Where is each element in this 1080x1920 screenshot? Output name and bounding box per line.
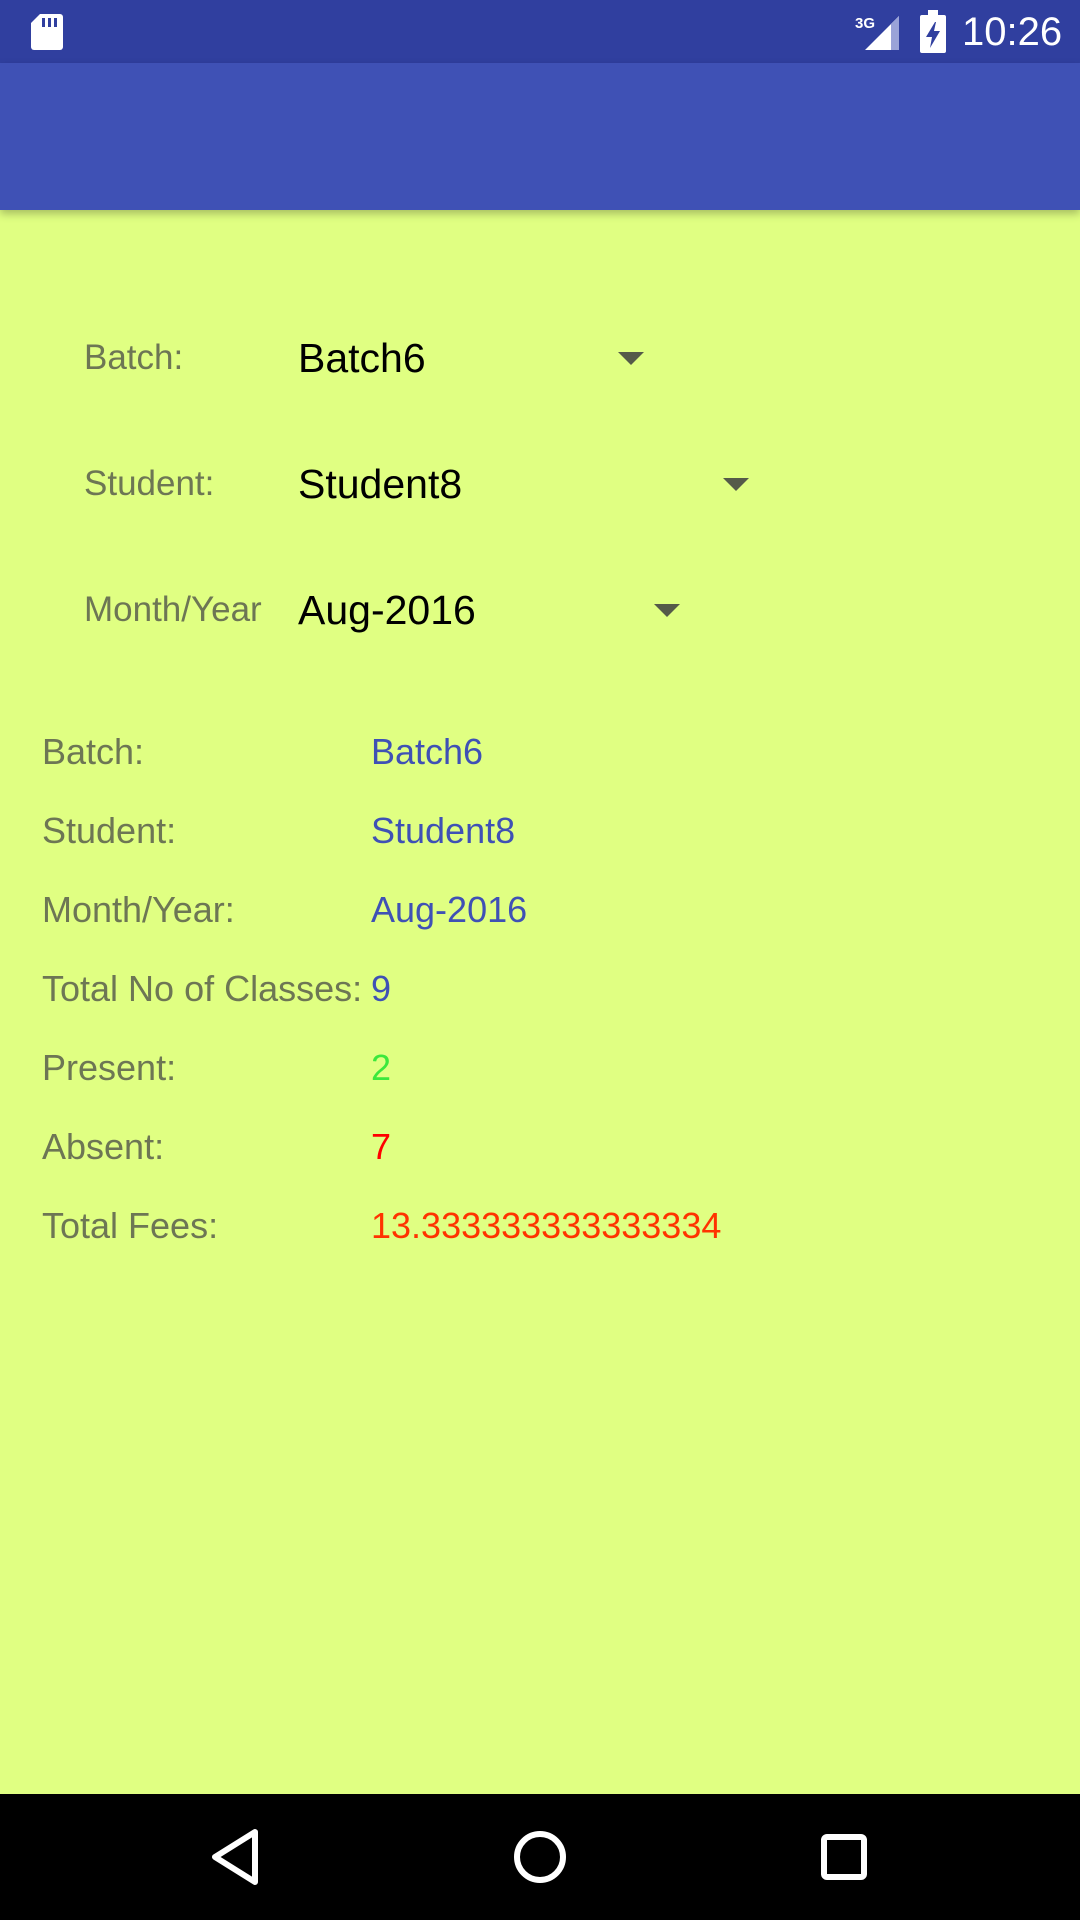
back-icon[interactable]: [203, 1824, 269, 1890]
month-year-filter-label: Month/Year: [84, 590, 262, 629]
signal-icon: 3G: [855, 15, 899, 50]
summary-month-year-label: Month/Year:: [42, 889, 235, 930]
month-year-filter-row: Month/Year Aug-2016: [0, 570, 1080, 650]
summary-student-label: Student:: [42, 810, 177, 851]
summary-absent-row: Absent: 7: [0, 1117, 1080, 1177]
summary-total-classes-label: Total No of Classes:: [42, 968, 363, 1009]
student-spinner[interactable]: Student8: [298, 444, 763, 524]
month-year-spinner[interactable]: Aug-2016: [298, 570, 693, 650]
month-year-spinner-value: Aug-2016: [298, 587, 476, 633]
student-spinner-value: Student8: [298, 461, 463, 507]
batch-filter-label: Batch:: [84, 338, 184, 377]
summary-total-fees-label: Total Fees:: [42, 1205, 219, 1246]
home-icon[interactable]: [507, 1824, 573, 1890]
network-type-label: 3G: [855, 15, 875, 32]
summary-absent-value: 7: [371, 1126, 392, 1167]
summary-batch-row: Batch: Batch6: [0, 722, 1080, 782]
summary-present-label: Present:: [42, 1047, 177, 1088]
summary-total-classes-value: 9: [371, 968, 392, 1009]
summary-student-value: Student8: [371, 810, 516, 851]
summary-batch-label: Batch:: [42, 731, 145, 772]
batch-filter-row: Batch: Batch6: [0, 318, 1080, 398]
sd-card-icon: [31, 14, 63, 50]
summary-month-year-value: Aug-2016: [371, 889, 528, 930]
summary-student-row: Student: Student8: [0, 801, 1080, 861]
summary-batch-value: Batch6: [371, 731, 484, 772]
summary-present-row: Present: 2: [0, 1038, 1080, 1098]
summary-present-value: 2: [371, 1047, 392, 1088]
battery-charging-icon: [920, 10, 946, 53]
summary-total-fees-row: Total Fees: 13.333333333333334: [0, 1196, 1080, 1256]
batch-spinner[interactable]: Batch6: [298, 318, 658, 398]
navigation-bar: [0, 1794, 1080, 1920]
app-bar: [0, 63, 1080, 210]
student-filter-row: Student: Student8: [0, 444, 1080, 524]
summary-month-year-row: Month/Year: Aug-2016: [0, 880, 1080, 940]
recents-icon[interactable]: [811, 1824, 877, 1890]
summary-total-classes-row: Total No of Classes: 9: [0, 959, 1080, 1019]
dropdown-arrow-icon: [618, 352, 644, 365]
summary-absent-label: Absent:: [42, 1126, 165, 1167]
dropdown-arrow-icon: [654, 604, 680, 617]
batch-spinner-value: Batch6: [298, 335, 426, 381]
summary-total-fees-value: 13.333333333333334: [371, 1205, 722, 1246]
status-clock: 10:26: [962, 10, 1063, 54]
status-bar: 3G 10:26: [0, 0, 1080, 63]
dropdown-arrow-icon: [723, 478, 749, 491]
student-filter-label: Student:: [84, 464, 215, 503]
